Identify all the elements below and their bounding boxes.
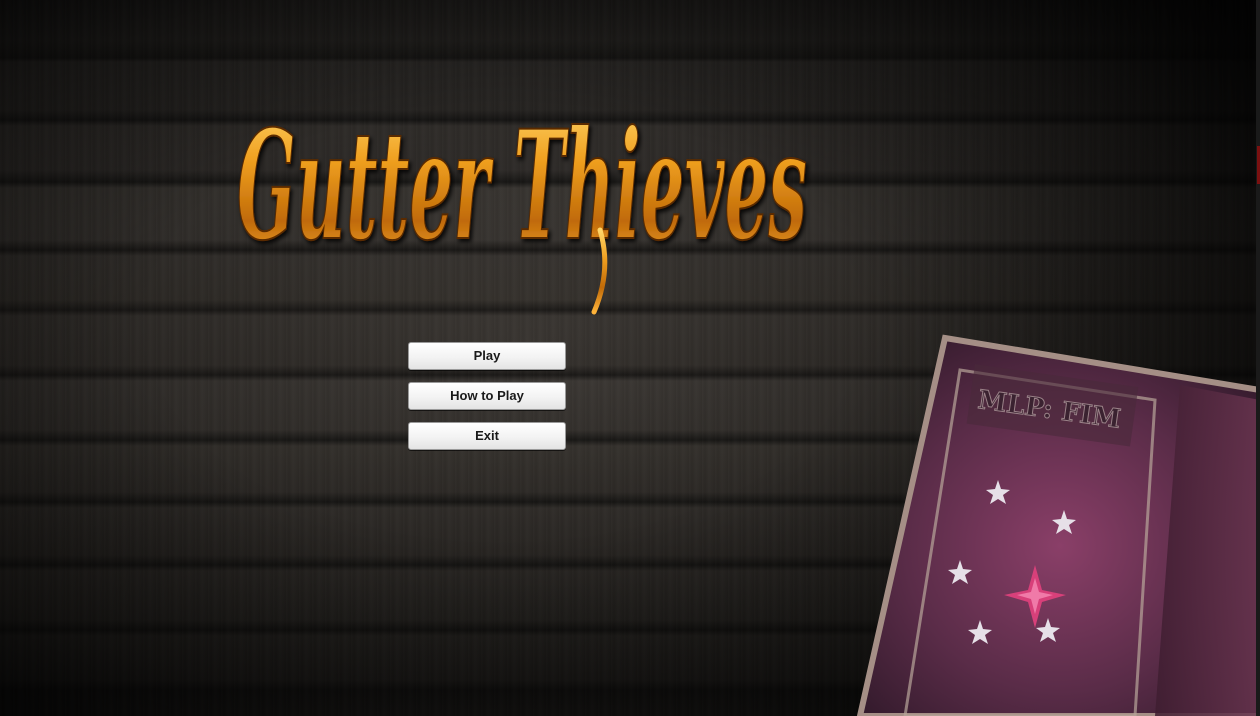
how-to-play-button[interactable]: How to Play xyxy=(408,382,566,410)
spellbook-image: MLP: FIM xyxy=(850,330,1260,716)
exit-button[interactable]: Exit xyxy=(408,422,566,450)
game-title: Gutter Thieves xyxy=(237,98,807,274)
main-menu-screen: Gutter Thieves Play How to Play Exit MLP… xyxy=(0,0,1260,716)
game-logo: Gutter Thieves xyxy=(222,0,822,320)
play-button[interactable]: Play xyxy=(408,342,566,370)
window-edge xyxy=(1256,0,1260,716)
main-menu: Play How to Play Exit xyxy=(408,342,566,462)
